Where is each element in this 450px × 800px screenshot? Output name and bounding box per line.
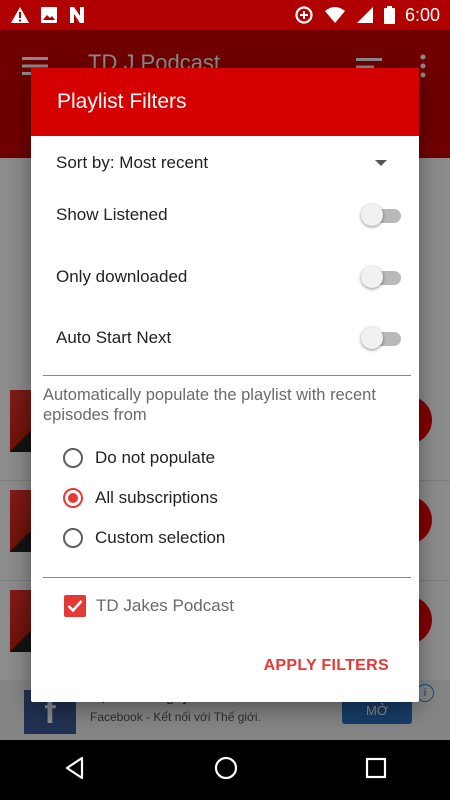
status-right: 6:00	[294, 5, 440, 26]
status-left	[10, 6, 86, 24]
only-downloaded-switch[interactable]	[361, 265, 401, 289]
radio-button-selected[interactable]	[63, 488, 83, 508]
toggle-label: Only downloaded	[56, 267, 188, 286]
auto-start-next-switch[interactable]	[361, 326, 401, 350]
radio-label: Custom selection	[95, 528, 226, 547]
image-icon	[40, 6, 58, 24]
radio-label: Do not populate	[95, 448, 216, 467]
apply-filters-button[interactable]: APPLY FILTERS	[264, 657, 389, 675]
sort-label: Sort by: Most recent	[56, 153, 209, 172]
sort-dropdown[interactable]: Sort by: Most recent	[56, 153, 401, 173]
radio-button[interactable]	[63, 448, 83, 468]
n-icon	[68, 6, 86, 24]
home-icon[interactable]	[214, 756, 238, 785]
radio-do-not-populate[interactable]: Do not populate	[63, 448, 215, 468]
radio-all-subscriptions[interactable]: All subscriptions	[63, 488, 218, 508]
navigation-bar	[0, 740, 450, 800]
radio-label: All subscriptions	[95, 488, 218, 507]
subscription-checkbox-row[interactable]: TD Jakes Podcast	[64, 595, 234, 617]
radio-button[interactable]	[63, 528, 83, 548]
status-time: 6:00	[404, 4, 440, 25]
toggle-row-only-downloaded[interactable]: Only downloaded	[56, 265, 401, 289]
check-icon	[67, 600, 83, 613]
status-bar: 6:00	[0, 0, 450, 30]
checkbox-checked[interactable]	[64, 595, 86, 617]
recents-icon[interactable]	[365, 757, 387, 784]
subscription-label: TD Jakes Podcast	[96, 596, 234, 615]
divider	[43, 375, 411, 376]
show-listened-switch[interactable]	[361, 203, 401, 227]
playlist-filters-dialog: Playlist Filters Sort by: Most recent Sh…	[31, 68, 419, 702]
warning-icon	[10, 6, 30, 24]
radio-custom-selection[interactable]: Custom selection	[63, 528, 225, 548]
toggle-row-auto-start-next[interactable]: Auto Start Next	[56, 326, 401, 350]
signal-icon	[356, 6, 374, 24]
wifi-icon	[324, 6, 346, 24]
battery-icon	[383, 6, 395, 24]
toggle-label: Auto Start Next	[56, 328, 172, 347]
toggle-label: Show Listened	[56, 205, 168, 224]
populate-hint: Automatically populate the playlist with…	[43, 386, 376, 424]
back-icon[interactable]	[63, 756, 87, 785]
toggle-row-show-listened[interactable]: Show Listened	[56, 203, 401, 227]
dialog-title: Playlist Filters	[31, 68, 419, 136]
divider	[43, 577, 411, 578]
data-saver-icon	[294, 5, 314, 25]
dropdown-arrow-icon	[375, 160, 387, 166]
